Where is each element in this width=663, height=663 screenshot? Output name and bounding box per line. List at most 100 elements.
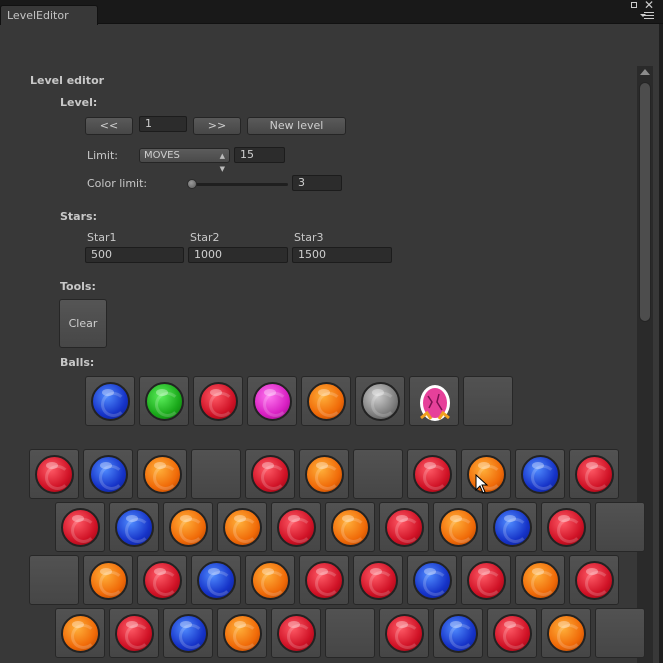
blue-ball-icon <box>413 561 452 600</box>
close-icon[interactable]: ✕ <box>644 0 654 12</box>
grid-cell[interactable] <box>541 502 591 552</box>
orange-ball-icon <box>439 508 478 547</box>
star1-field[interactable]: 500 <box>85 247 184 263</box>
red-ball-icon <box>35 455 74 494</box>
color-limit-field[interactable]: 3 <box>292 175 342 191</box>
grid-cell[interactable] <box>137 449 187 499</box>
palette-orange[interactable] <box>301 376 351 426</box>
grid-cell[interactable] <box>595 502 645 552</box>
orange-ball-icon <box>521 561 560 600</box>
grid-cell[interactable] <box>433 502 483 552</box>
grid-cell[interactable] <box>569 449 619 499</box>
limit-value-field[interactable]: 15 <box>234 147 285 163</box>
grid-cell[interactable] <box>29 449 79 499</box>
red-ball-icon <box>385 614 424 653</box>
star3-field[interactable]: 1500 <box>292 247 392 263</box>
vertical-scrollbar[interactable] <box>637 66 653 663</box>
red-ball-icon <box>547 508 586 547</box>
grid-cell[interactable] <box>541 608 591 658</box>
scroll-thumb[interactable] <box>639 82 651 322</box>
orange-ball-icon <box>305 455 344 494</box>
orange-ball-icon <box>547 614 586 653</box>
orange-ball-icon <box>223 508 262 547</box>
grid-cell[interactable] <box>217 608 267 658</box>
grid-cell[interactable] <box>109 502 159 552</box>
color-limit-label: Color limit: <box>87 177 148 190</box>
grid-cell[interactable] <box>299 449 349 499</box>
grid-cell[interactable] <box>325 502 375 552</box>
grid-cell[interactable] <box>407 555 457 605</box>
grid-cell[interactable] <box>163 502 213 552</box>
orange-ball-icon <box>89 561 128 600</box>
previous-level-button[interactable]: << <box>85 117 133 135</box>
grid-cell[interactable] <box>271 502 321 552</box>
grid-cell[interactable] <box>245 449 295 499</box>
grid-cell[interactable] <box>487 608 537 658</box>
star2-label: Star2 <box>190 231 220 244</box>
grid-cell[interactable] <box>407 449 457 499</box>
grid-cell[interactable] <box>515 555 565 605</box>
red-ball-icon <box>467 561 506 600</box>
grid-cell[interactable] <box>271 608 321 658</box>
clear-button[interactable]: Clear <box>59 299 107 348</box>
limit-type-dropdown[interactable]: MOVES ▲ ▼ <box>139 148 230 173</box>
red-ball-icon <box>575 561 614 600</box>
grid-cell[interactable] <box>325 608 375 658</box>
grid-cell[interactable] <box>83 449 133 499</box>
green-ball-icon <box>145 382 184 421</box>
scroll-up-arrow-icon[interactable] <box>640 69 650 75</box>
color-limit-slider[interactable] <box>190 183 288 186</box>
grid-cell[interactable] <box>163 608 213 658</box>
blue-ball-icon <box>493 508 532 547</box>
blue-ball-icon <box>197 561 236 600</box>
palette-blue[interactable] <box>85 376 135 426</box>
palette-green[interactable] <box>139 376 189 426</box>
red-ball-icon <box>575 455 614 494</box>
grid-cell[interactable] <box>595 608 645 658</box>
grid-cell[interactable] <box>191 555 241 605</box>
grid-cell[interactable] <box>461 555 511 605</box>
window-edge <box>659 24 663 663</box>
tab-menu-icon[interactable] <box>640 12 654 22</box>
grid-cell[interactable] <box>55 608 105 658</box>
palette-red[interactable] <box>193 376 243 426</box>
grid-cell[interactable] <box>137 555 187 605</box>
grid-cell[interactable] <box>245 555 295 605</box>
grid-cell[interactable] <box>29 555 79 605</box>
red-ball-icon <box>115 614 154 653</box>
tools-heading: Tools: <box>60 280 96 293</box>
palette-gray[interactable] <box>355 376 405 426</box>
grid-cell[interactable] <box>353 449 403 499</box>
star1-label: Star1 <box>87 231 117 244</box>
grid-cell[interactable] <box>83 555 133 605</box>
tab-level-editor[interactable]: LevelEditor <box>0 5 98 25</box>
grid-cell[interactable] <box>55 502 105 552</box>
grid-cell[interactable] <box>353 555 403 605</box>
grid-cell[interactable] <box>299 555 349 605</box>
maximize-icon[interactable] <box>631 2 637 8</box>
palette-empty[interactable] <box>463 376 513 426</box>
next-level-button[interactable]: >> <box>193 117 241 135</box>
grid-cell[interactable] <box>191 449 241 499</box>
blue-ball-icon <box>115 508 154 547</box>
grid-cell[interactable] <box>487 502 537 552</box>
color-limit-slider-knob[interactable] <box>187 179 197 189</box>
grid-cell[interactable] <box>217 502 267 552</box>
grid-cell[interactable] <box>515 449 565 499</box>
grid-cell[interactable] <box>433 608 483 658</box>
editor-title: Level editor <box>30 74 105 87</box>
grid-cell[interactable] <box>379 502 429 552</box>
new-level-button[interactable]: New level <box>247 117 346 135</box>
grid-cell[interactable] <box>109 608 159 658</box>
palette-pink[interactable] <box>247 376 297 426</box>
star2-field[interactable]: 1000 <box>188 247 288 263</box>
grid-cell[interactable] <box>379 608 429 658</box>
grid-cell[interactable] <box>569 555 619 605</box>
level-number-field[interactable]: 1 <box>139 116 187 132</box>
blue-ball-icon <box>439 614 478 653</box>
red-ball-icon <box>61 508 100 547</box>
palette-egg[interactable] <box>409 376 459 426</box>
blue-ball-icon <box>89 455 128 494</box>
egg-icon <box>420 385 450 421</box>
orange-ball-icon <box>307 382 346 421</box>
